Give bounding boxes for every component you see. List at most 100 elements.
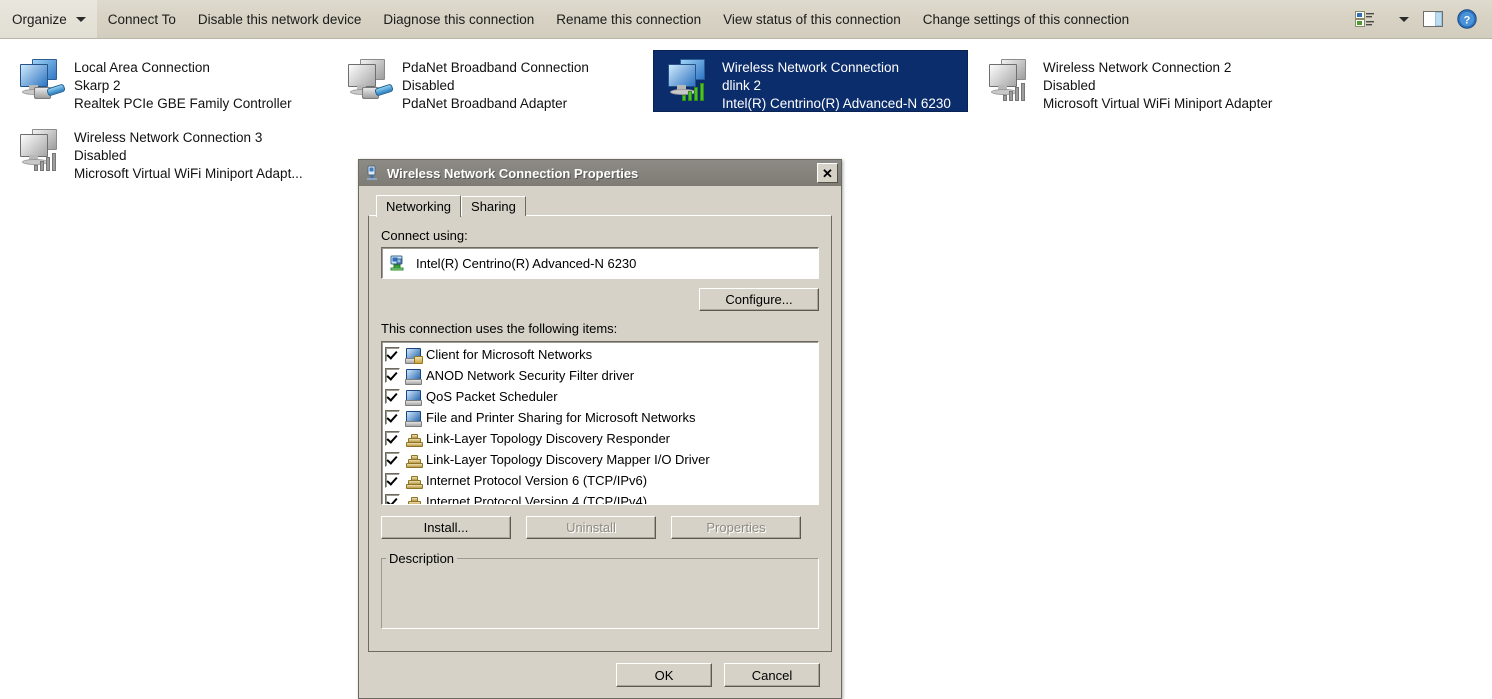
adapter-display-field: Intel(R) Centrino(R) Advanced-N 6230 — [381, 247, 819, 279]
item-checkbox[interactable] — [385, 473, 400, 488]
connection-device: Realtek PCIe GBE Family Controller — [74, 95, 292, 113]
item-label: Link-Layer Topology Discovery Mapper I/O… — [426, 452, 710, 467]
connection-status: Disabled — [74, 147, 303, 165]
computer-icon — [405, 368, 422, 384]
change-view-button[interactable] — [1350, 4, 1380, 34]
connect-using-label: Connect using: — [381, 228, 819, 243]
network-adapter-icon — [16, 127, 70, 175]
signal-bars-icon — [682, 81, 712, 101]
connection-text: Wireless Network Connection 2 Disabled M… — [1043, 57, 1272, 113]
connection-name: Wireless Network Connection 3 — [74, 129, 303, 147]
item-checkbox[interactable] — [385, 368, 400, 383]
protocol-icon — [405, 431, 422, 447]
close-button[interactable]: ✕ — [817, 163, 838, 183]
connection-status: Skarp 2 — [74, 77, 292, 95]
item-checkbox[interactable] — [385, 347, 400, 362]
configure-button[interactable]: Configure... — [699, 288, 819, 311]
connection-device: PdaNet Broadband Adapter — [402, 95, 589, 113]
tab-sharing[interactable]: Sharing — [461, 196, 526, 216]
chevron-down-icon — [76, 17, 86, 22]
item-label: QoS Packet Scheduler — [426, 389, 558, 404]
toolbar-button-diagnose[interactable]: Diagnose this connection — [372, 0, 545, 38]
network-adapter-icon — [664, 57, 718, 105]
configure-button-row: Configure... — [381, 288, 819, 311]
connection-tile-wireless-network-connection[interactable]: Wireless Network Connection dlink 2 Inte… — [653, 50, 968, 112]
item-checkbox[interactable] — [385, 389, 400, 404]
dialog-title: Wireless Network Connection Properties — [387, 166, 817, 181]
list-item[interactable]: QoS Packet Scheduler — [385, 386, 818, 407]
toolbar-button-change-settings[interactable]: Change settings of this connection — [912, 0, 1140, 38]
item-label: ANOD Network Security Filter driver — [426, 368, 634, 383]
item-label: Internet Protocol Version 6 (TCP/IPv6) — [426, 473, 647, 488]
change-view-icon — [1355, 10, 1375, 28]
network-adapter-icon — [985, 57, 1039, 105]
item-label: Link-Layer Topology Discovery Responder — [426, 431, 670, 446]
help-button[interactable]: ? — [1452, 4, 1482, 34]
toolbar-button-connect-to[interactable]: Connect To — [97, 0, 187, 38]
wireless-adapter-icon — [388, 255, 406, 272]
item-label: Client for Microsoft Networks — [426, 347, 592, 362]
items-list-label: This connection uses the following items… — [381, 321, 819, 336]
preview-pane-icon — [1422, 9, 1444, 29]
svg-text:?: ? — [1464, 15, 1471, 27]
connection-text: PdaNet Broadband Connection Disabled Pda… — [402, 57, 589, 113]
connection-text: Local Area Connection Skarp 2 Realtek PC… — [74, 57, 292, 113]
connection-device: Microsoft Virtual WiFi Miniport Adapt... — [74, 165, 303, 183]
item-checkbox[interactable] — [385, 452, 400, 467]
dialog-button-row: OK Cancel — [369, 663, 831, 687]
description-legend: Description — [386, 551, 457, 566]
ok-button[interactable]: OK — [616, 663, 712, 687]
list-item[interactable]: Internet Protocol Version 6 (TCP/IPv6) — [385, 470, 818, 491]
connection-name: Local Area Connection — [74, 59, 292, 77]
network-adapter-icon — [344, 57, 398, 105]
protocol-icon — [405, 494, 422, 506]
install-button[interactable]: Install... — [381, 516, 511, 539]
list-item[interactable]: Link-Layer Topology Discovery Responder — [385, 428, 818, 449]
help-icon: ? — [1456, 8, 1478, 30]
tab-networking[interactable]: Networking — [376, 195, 461, 217]
signal-bars-icon — [34, 151, 64, 171]
connection-tile-wireless-network-connection-3[interactable]: Wireless Network Connection 3 Disabled M… — [6, 121, 326, 183]
description-groupbox: Description — [381, 551, 819, 629]
uninstall-button: Uninstall — [526, 516, 656, 539]
install-button-row: Install... Uninstall Properties — [381, 516, 819, 539]
toolbar-label-organize: Organize — [12, 12, 67, 27]
connection-name: PdaNet Broadband Connection — [402, 59, 589, 77]
item-checkbox[interactable] — [385, 494, 400, 505]
connection-tile-local-area-connection[interactable]: Local Area Connection Skarp 2 Realtek PC… — [6, 51, 326, 113]
connection-status: dlink 2 — [722, 77, 951, 95]
network-properties-icon — [364, 165, 380, 181]
connection-tile-wireless-network-connection-2[interactable]: Wireless Network Connection 2 Disabled M… — [975, 51, 1290, 113]
dialog-titlebar[interactable]: Wireless Network Connection Properties ✕ — [359, 160, 841, 186]
list-item[interactable]: Client for Microsoft Networks — [385, 344, 818, 365]
properties-dialog: Wireless Network Connection Properties ✕… — [358, 159, 842, 699]
network-adapter-icon — [16, 57, 70, 105]
connection-device: Microsoft Virtual WiFi Miniport Adapter — [1043, 95, 1272, 113]
preview-pane-button[interactable] — [1418, 4, 1448, 34]
signal-bars-icon — [1003, 81, 1033, 101]
dialog-body: Networking Sharing Connect using: Intel(… — [359, 186, 841, 652]
list-item[interactable]: File and Printer Sharing for Microsoft N… — [385, 407, 818, 428]
connection-name: Wireless Network Connection 2 — [1043, 59, 1272, 77]
item-label: File and Printer Sharing for Microsoft N… — [426, 410, 695, 425]
connection-status: Disabled — [402, 77, 589, 95]
change-view-dropdown-button[interactable] — [1384, 4, 1414, 34]
network-items-list[interactable]: Client for Microsoft Networks ANOD Netwo… — [381, 341, 819, 505]
connection-tile-pdanet-broadband-connection[interactable]: PdaNet Broadband Connection Disabled Pda… — [334, 51, 644, 113]
item-checkbox[interactable] — [385, 410, 400, 425]
properties-button: Properties — [671, 516, 801, 539]
cancel-button[interactable]: Cancel — [724, 663, 820, 687]
toolbar-button-view-status[interactable]: View status of this connection — [712, 0, 912, 38]
list-item[interactable]: ANOD Network Security Filter driver — [385, 365, 818, 386]
toolbar-button-rename[interactable]: Rename this connection — [545, 0, 712, 38]
list-item[interactable]: Internet Protocol Version 4 (TCP/IPv4) — [385, 491, 818, 505]
protocol-icon — [405, 473, 422, 489]
description-text — [382, 566, 818, 574]
toolbar-button-disable-device[interactable]: Disable this network device — [187, 0, 373, 38]
item-checkbox[interactable] — [385, 431, 400, 446]
command-toolbar: Organize Connect To Disable this network… — [0, 0, 1492, 39]
toolbar-button-organize[interactable]: Organize — [0, 0, 97, 38]
computer-icon — [405, 389, 422, 405]
list-item[interactable]: Link-Layer Topology Discovery Mapper I/O… — [385, 449, 818, 470]
connection-text: Wireless Network Connection 3 Disabled M… — [74, 127, 303, 183]
